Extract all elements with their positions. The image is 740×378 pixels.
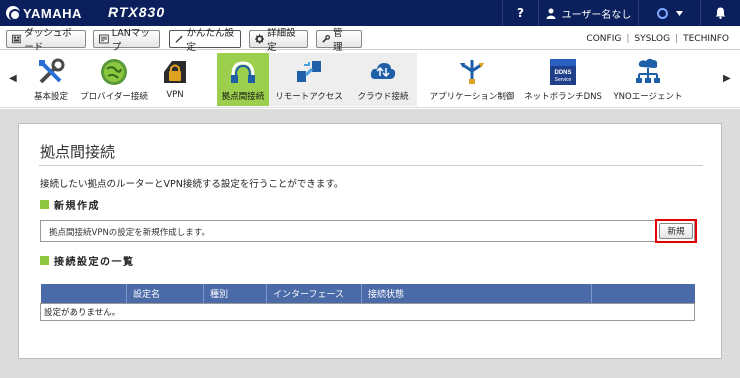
status-ring-icon xyxy=(656,7,668,19)
tools-icon xyxy=(39,58,65,84)
remote-access-icon xyxy=(297,61,321,82)
nav-label: 基本設定 xyxy=(33,92,68,102)
table-header-row: 設定名 種別 インターフェース 接続状態 xyxy=(40,284,695,303)
advanced-setup-label: 詳細設定 xyxy=(267,28,296,53)
nav-scroll-left[interactable]: ◀ xyxy=(9,73,17,85)
help-button[interactable]: ? xyxy=(502,0,538,26)
section-new-heading: 新規作成 xyxy=(40,197,100,212)
nav-label: アプリケーション制御 xyxy=(429,92,515,102)
nav-item-application-control[interactable]: アプリケーション制御 xyxy=(430,53,514,106)
column-header-status[interactable]: 接続状態 xyxy=(361,284,592,303)
nav-item-remote-access[interactable]: リモートアクセス xyxy=(269,53,349,106)
page-title: 拠点間接続 xyxy=(40,143,116,161)
user-menu[interactable]: ユーザー名なし xyxy=(538,0,638,26)
table-header-filler xyxy=(591,284,695,303)
nav-label: ネットボランチDNS xyxy=(524,92,602,102)
lan-map-icon xyxy=(99,34,109,44)
config-link[interactable]: CONFIG xyxy=(581,34,626,44)
new-entry-text: 拠点間接続VPNの設定を新規作成します。 xyxy=(49,228,210,238)
nav-label: 拠点間接続 xyxy=(221,92,265,102)
column-header-interface[interactable]: インターフェース xyxy=(266,284,362,303)
top-bar: YAMAHA RTX830 ? ユーザー名なし xyxy=(0,0,740,26)
management-label: 管 理 xyxy=(333,28,353,53)
dashboard-label: ダッシュボード xyxy=(24,28,72,53)
nav-item-vpn[interactable]: VPN xyxy=(158,53,192,106)
column-header-name[interactable]: 設定名 xyxy=(126,284,204,303)
page-description: 接続したい拠点のルーターとVPN接続する設定を行うことができます。 xyxy=(40,179,344,190)
section-marker-icon xyxy=(40,200,49,209)
nav-item-basic-settings[interactable]: 基本設定 xyxy=(30,53,72,106)
syslog-link[interactable]: SYSLOG xyxy=(629,34,675,44)
new-button-label: 新規 xyxy=(667,227,685,237)
new-entry-box: 拠点間接続VPNの設定を新規作成します。 xyxy=(40,220,695,242)
nav-item-site-connection[interactable]: 拠点間接続 xyxy=(217,53,269,106)
yno-agent-icon xyxy=(636,58,660,83)
advanced-setup-button[interactable]: 詳細設定 xyxy=(249,28,308,53)
vpn-lock-icon xyxy=(164,61,186,83)
nav-scroll-right[interactable]: ▶ xyxy=(723,73,731,85)
brand-name: YAMAHA xyxy=(23,5,82,21)
nav-label: プロバイダー接続 xyxy=(80,92,148,102)
svg-text:Service: Service xyxy=(555,77,572,83)
section-marker-icon xyxy=(40,256,49,265)
nav-item-netvolante-dns[interactable]: DDNS Service ネットボランチDNS xyxy=(524,53,602,106)
site-connection-icon xyxy=(231,61,255,83)
column-header-type[interactable]: 種別 xyxy=(203,284,267,303)
application-control-icon xyxy=(460,60,484,84)
techinfo-link[interactable]: TECHINFO xyxy=(678,34,734,44)
wand-icon xyxy=(175,35,184,43)
nav-item-provider[interactable]: プロバイダー接続 xyxy=(80,53,148,106)
model-name: RTX830 xyxy=(108,4,166,20)
user-icon xyxy=(546,8,556,19)
section-list-label: 接続設定の一覧 xyxy=(54,257,135,268)
nav-label: VPN xyxy=(166,90,184,100)
lan-map-label: LANマップ xyxy=(111,28,150,53)
wrench-icon xyxy=(322,35,331,43)
lan-map-button[interactable]: LANマップ xyxy=(93,28,160,53)
nav-item-yno-agent[interactable]: YNOエージェント xyxy=(612,53,684,106)
main-panel: 拠点間接続 接続したい拠点のルーターとVPN接続する設定を行うことができます。 … xyxy=(18,123,722,359)
table-row: 設定がありません。 xyxy=(40,302,695,321)
dashboard-button[interactable]: ダッシュボード xyxy=(6,28,86,53)
header-links: CONFIG | SYSLOG | TECHINFO xyxy=(581,30,734,48)
yamaha-emblem-icon xyxy=(6,6,21,21)
dashboard-icon xyxy=(12,34,22,44)
nav-item-cloud-connection[interactable]: クラウド接続 xyxy=(349,53,417,106)
globe-icon xyxy=(101,59,127,85)
section-new-label: 新規作成 xyxy=(54,201,100,212)
title-divider xyxy=(39,165,703,166)
table-empty-message: 設定がありません。 xyxy=(40,302,695,321)
easy-setup-button[interactable]: かんたん設定 xyxy=(169,28,241,53)
feature-nav: ◀ ▶ 基本設定 プロバイダー接続 VPN 拠点間接続 リモートアクセス クラウ… xyxy=(0,51,740,108)
status-menu[interactable] xyxy=(638,0,700,26)
ddns-service-icon: DDNSService xyxy=(550,59,576,85)
easy-setup-label: かんたん設定 xyxy=(186,28,235,53)
nav-label: リモートアクセス xyxy=(275,92,343,102)
menu-bar: ダッシュボード LANマップ かんたん設定 詳細設定 管 理 CONFIG | … xyxy=(0,26,740,53)
help-label: ? xyxy=(517,6,524,20)
bell-icon xyxy=(715,7,726,19)
yamaha-logo: YAMAHA xyxy=(6,4,82,22)
table-header-blank xyxy=(40,284,127,303)
section-list-heading: 接続設定の一覧 xyxy=(40,253,135,268)
new-button[interactable]: 新規 xyxy=(659,223,693,239)
nav-label: YNOエージェント xyxy=(613,92,683,102)
cloud-connection-icon xyxy=(370,63,396,79)
gear-icon xyxy=(255,34,265,44)
chevron-down-icon xyxy=(675,10,683,16)
nav-label: クラウド接続 xyxy=(357,92,409,102)
notification-button[interactable] xyxy=(700,0,740,26)
connection-table: 設定名 種別 インターフェース 接続状態 設定がありません。 xyxy=(40,284,695,321)
user-name: ユーザー名なし xyxy=(561,9,632,21)
svg-text:DDNS: DDNS xyxy=(554,70,571,76)
management-button[interactable]: 管 理 xyxy=(316,28,362,53)
